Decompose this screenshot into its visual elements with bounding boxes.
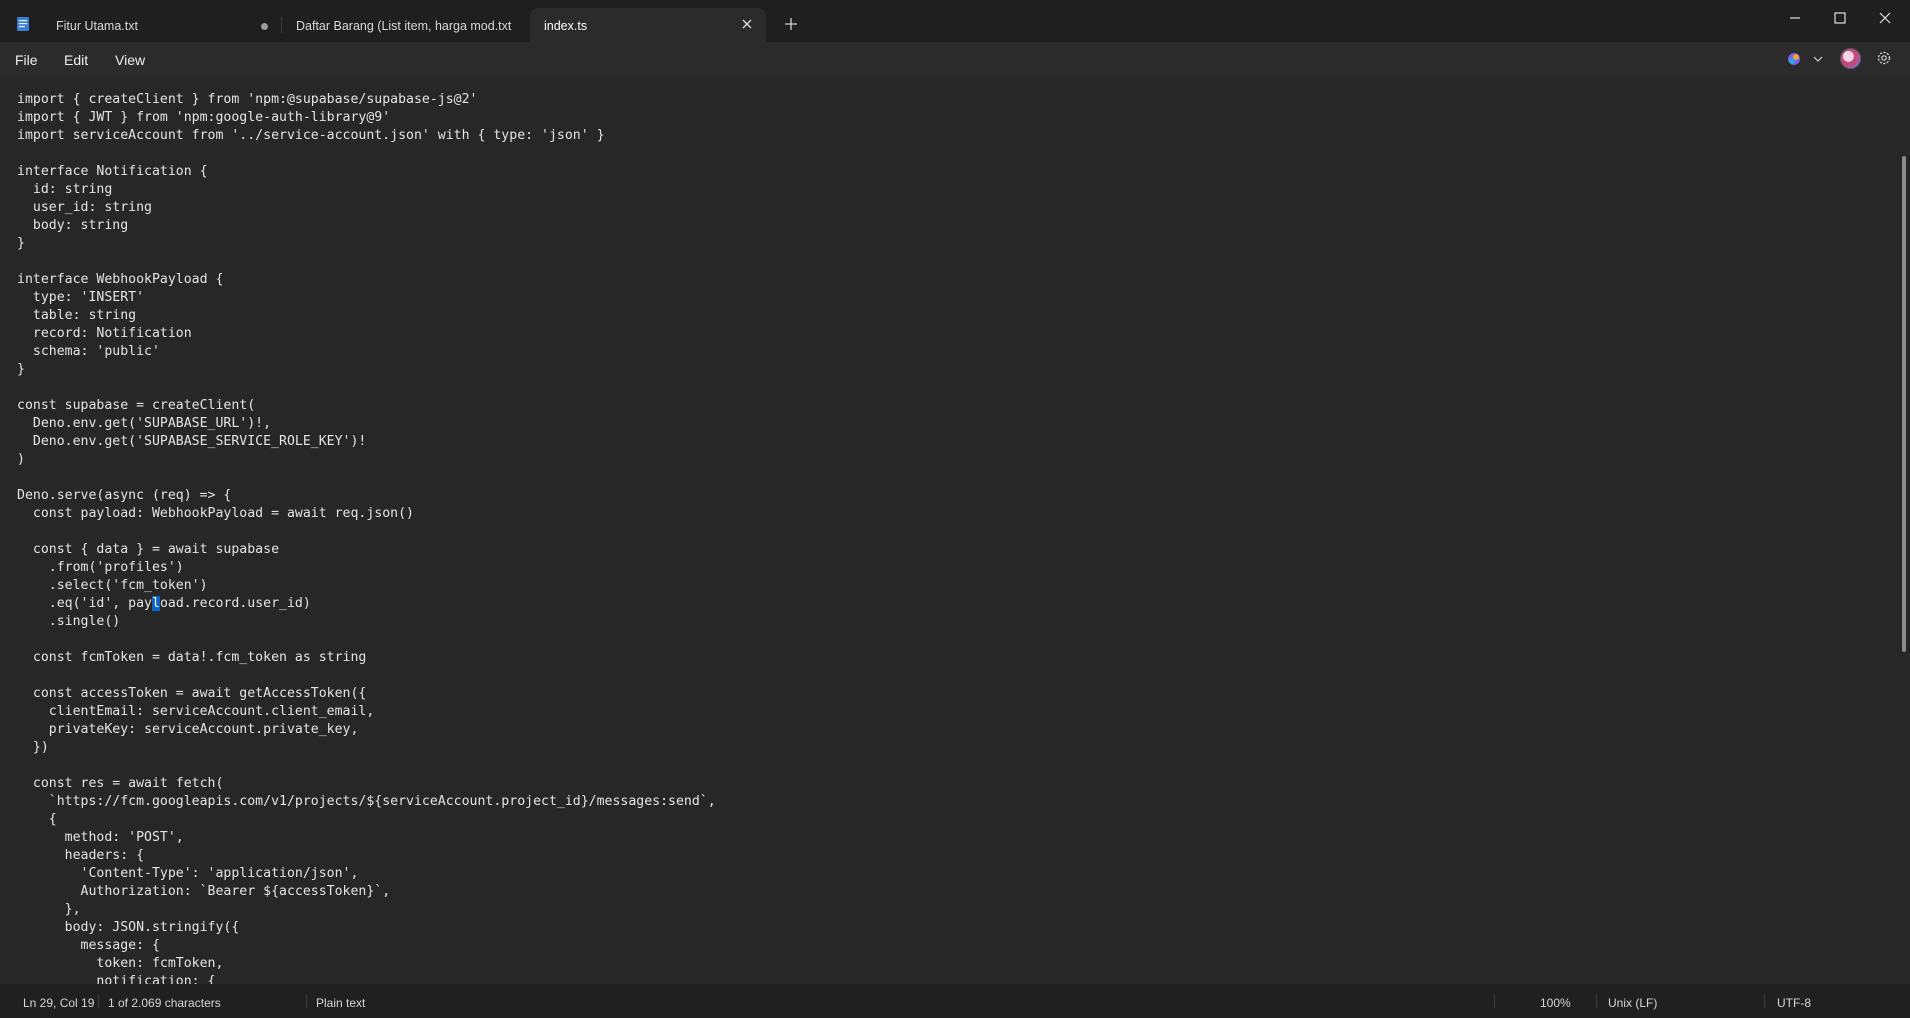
status-bar: Ln 29, Col 19 1 of 2.069 characters Plai… xyxy=(0,984,1910,1018)
unsaved-dot-icon xyxy=(261,23,268,30)
selected-text: l xyxy=(151,596,160,611)
code-after-selection: oad.record.user_id) .single() const fcmT… xyxy=(32,596,716,984)
vertical-scrollbar[interactable] xyxy=(1902,156,1906,652)
tab-label: Daftar Barang (List item, harga mod.txt xyxy=(296,19,512,33)
status-divider xyxy=(1764,994,1765,1008)
tab-label: index.ts xyxy=(544,19,588,33)
copilot-icon[interactable] xyxy=(1786,50,1826,68)
tab-label: Fitur Utama.txt xyxy=(56,19,138,33)
tab-daftar-barang[interactable]: Daftar Barang (List item, harga mod.txt xyxy=(282,8,528,42)
code-text: import { createClient } from 'npm:@supab… xyxy=(17,91,716,984)
menu-bar: File Edit View xyxy=(0,42,1910,76)
status-divider xyxy=(98,994,99,1008)
character-count: 1 of 2.069 characters xyxy=(108,996,221,1010)
language-mode[interactable]: Plain text xyxy=(316,996,365,1010)
status-divider xyxy=(306,994,307,1008)
line-ending[interactable]: Unix (LF) xyxy=(1608,996,1657,1010)
tab-index-ts[interactable]: index.ts xyxy=(530,8,766,42)
tab-fitur-utama[interactable]: Fitur Utama.txt xyxy=(42,8,280,42)
gear-icon[interactable] xyxy=(1875,49,1893,67)
window-close-icon[interactable] xyxy=(1870,6,1900,30)
notepad-icon xyxy=(17,17,29,31)
minimize-icon[interactable] xyxy=(1780,6,1810,30)
zoom-level[interactable]: 100% xyxy=(1540,996,1571,1010)
close-icon[interactable] xyxy=(740,17,754,31)
encoding[interactable]: UTF-8 xyxy=(1777,996,1811,1010)
maximize-icon[interactable] xyxy=(1825,6,1855,30)
text-editor[interactable]: import { createClient } from 'npm:@supab… xyxy=(0,76,1910,984)
menu-file[interactable]: File xyxy=(15,52,38,68)
status-divider xyxy=(1596,994,1597,1008)
menu-edit[interactable]: Edit xyxy=(64,52,88,68)
cursor-position[interactable]: Ln 29, Col 19 xyxy=(23,996,94,1010)
status-divider xyxy=(1494,994,1495,1008)
avatar[interactable] xyxy=(1840,48,1861,69)
menu-view[interactable]: View xyxy=(115,52,145,68)
plus-icon[interactable] xyxy=(782,15,800,33)
code-before-selection: import { createClient } from 'npm:@supab… xyxy=(17,92,605,611)
title-bar: Fitur Utama.txt Daftar Barang (List item… xyxy=(0,0,1910,42)
